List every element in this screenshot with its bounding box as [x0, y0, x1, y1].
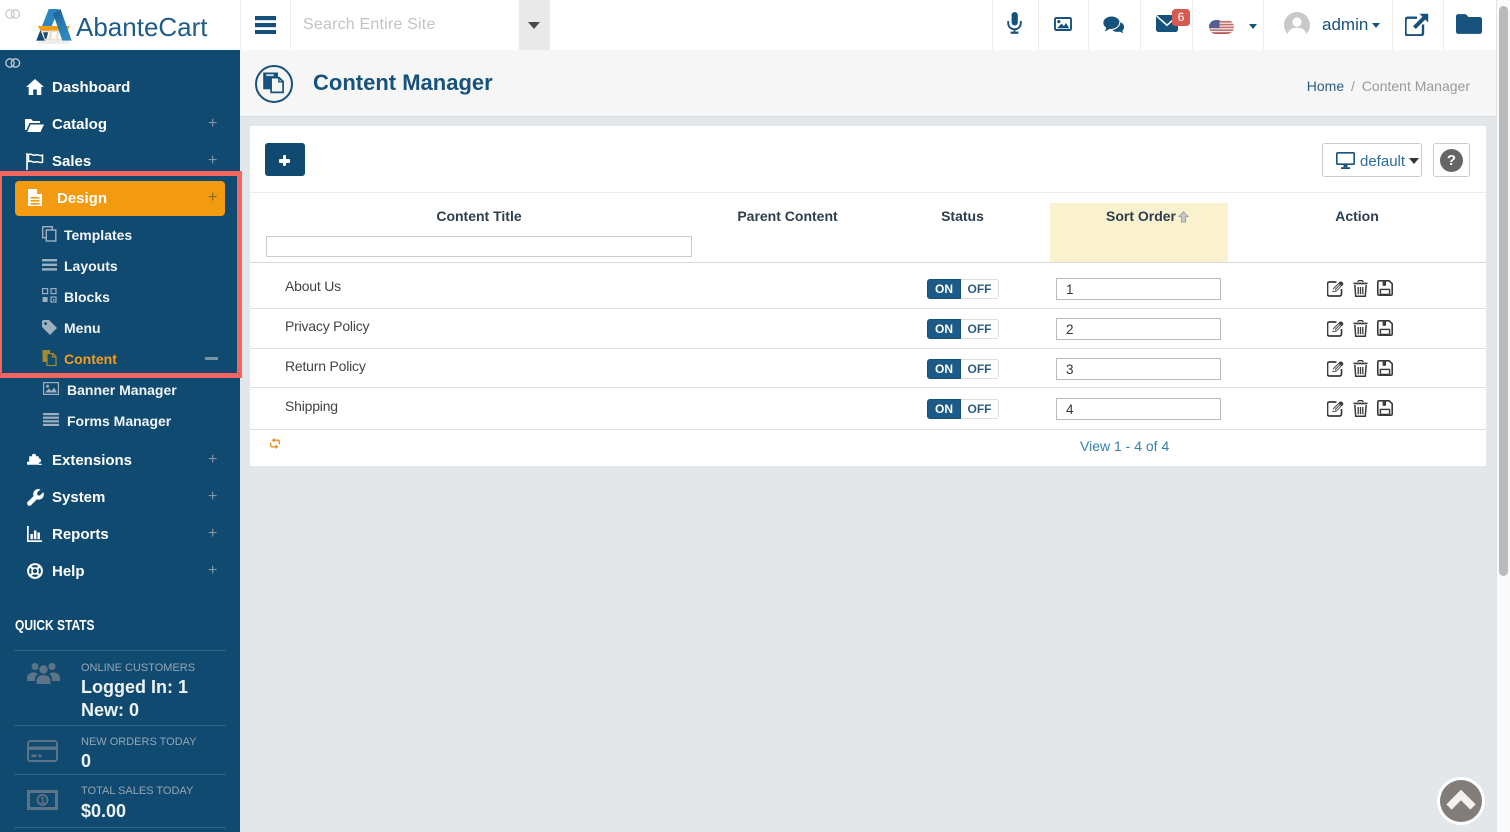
svg-text:1: 1	[40, 795, 46, 806]
